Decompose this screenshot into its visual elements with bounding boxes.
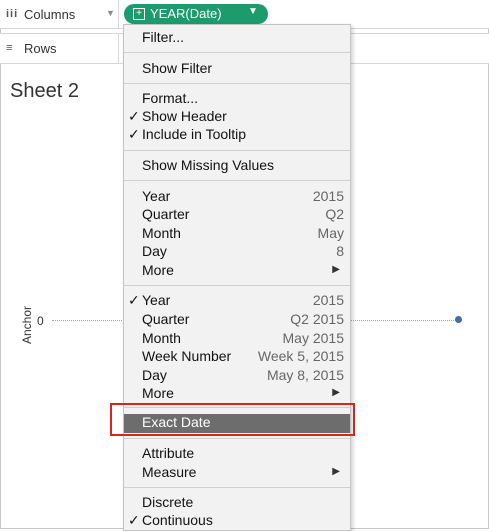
menu-item-label: Show Missing Values (142, 157, 275, 173)
menu-item-continuous-day[interactable]: Day May 8, 2015 (124, 367, 350, 386)
menu-separator (124, 285, 350, 286)
menu-item-continuous-month[interactable]: Month May 2015 (124, 330, 350, 349)
menu-item-show-missing-values[interactable]: Show Missing Values (124, 157, 350, 176)
menu-item-discrete-month[interactable]: Month May (124, 225, 350, 244)
menu-item-label: Include in Tooltip (142, 126, 247, 142)
menu-item-label: Discrete (142, 494, 194, 510)
menu-item-label: Attribute (142, 445, 195, 461)
checkmark-icon: ✓ (128, 512, 140, 528)
menu-item-value: Q2 2015 (290, 311, 344, 327)
menu-item-label: Year (142, 292, 171, 308)
menu-item-filter[interactable]: Filter... (124, 29, 350, 48)
menu-item-label: More (142, 385, 174, 401)
menu-item-value: 8 (336, 243, 344, 259)
menu-item-attribute[interactable]: Attribute (124, 445, 350, 464)
shelf-divider (118, 0, 119, 28)
menu-item-continuous-quarter[interactable]: Quarter Q2 2015 (124, 311, 350, 330)
menu-item-show-filter[interactable]: Show Filter (124, 60, 350, 79)
menu-item-discrete-day[interactable]: Day 8 (124, 243, 350, 262)
shelf-divider (118, 34, 119, 63)
pill-context-menu: Filter... Show Filter Format... ✓ Show H… (123, 24, 351, 531)
menu-item-discrete-quarter[interactable]: Quarter Q2 (124, 206, 350, 225)
menu-item-label: Month (142, 225, 181, 241)
pill-label: YEAR(Date) (150, 6, 222, 21)
menu-item-continuous-week-number[interactable]: Week Number Week 5, 2015 (124, 348, 350, 367)
menu-item-value: Week 5, 2015 (257, 348, 344, 364)
data-point[interactable] (455, 316, 462, 323)
menu-item-include-tooltip[interactable]: ✓ Include in Tooltip (124, 126, 350, 145)
checkmark-icon: ✓ (128, 292, 140, 308)
menu-item-value: 2015 (312, 188, 344, 204)
year-date-pill[interactable]: + YEAR(Date) ▼ (124, 4, 268, 24)
menu-item-label: Filter... (142, 29, 185, 45)
menu-separator (124, 487, 350, 488)
checkmark-icon: ✓ (128, 108, 140, 124)
rows-shelf-icon: ≡ (6, 42, 14, 54)
menu-item-format[interactable]: Format... (124, 90, 350, 109)
menu-item-label: Show Header (142, 108, 227, 124)
menu-item-label: Quarter (142, 206, 190, 222)
menu-item-continuous[interactable]: ✓ Continuous (124, 512, 350, 531)
menu-item-label: Month (142, 330, 181, 346)
menu-item-continuous-year[interactable]: ✓ Year 2015 (124, 292, 350, 311)
menu-item-label: Day (142, 367, 167, 383)
menu-item-continuous-more[interactable]: More ▶ (124, 385, 350, 404)
menu-item-discrete[interactable]: Discrete (124, 494, 350, 513)
rows-shelf-label: Rows (24, 41, 57, 56)
menu-item-label: Format... (142, 90, 199, 106)
menu-item-label: More (142, 262, 174, 278)
menu-item-label: Continuous (142, 512, 213, 528)
chevron-down-icon: ▼ (106, 8, 115, 18)
checkmark-icon: ✓ (128, 126, 140, 142)
expand-icon[interactable]: + (133, 8, 145, 20)
menu-item-measure[interactable]: Measure ▶ (124, 464, 350, 483)
sheet-title: Sheet 2 (10, 80, 79, 102)
menu-item-discrete-more[interactable]: More ▶ (124, 262, 350, 281)
menu-separator (124, 52, 350, 53)
menu-item-value: May 8, 2015 (266, 367, 344, 383)
menu-item-discrete-year[interactable]: Year 2015 (124, 188, 350, 207)
menu-item-label: Quarter (142, 311, 190, 327)
columns-shelf-label: Columns (24, 7, 76, 22)
submenu-arrow-icon: ▶ (332, 264, 340, 275)
menu-item-label: Day (142, 243, 167, 259)
menu-item-label: Measure (142, 464, 197, 480)
menu-separator (124, 438, 350, 439)
chevron-down-icon[interactable]: ▼ (248, 6, 258, 17)
menu-item-show-header[interactable]: ✓ Show Header (124, 108, 350, 127)
menu-item-value: 2015 (312, 292, 344, 308)
menu-separator (124, 180, 350, 181)
menu-separator (124, 150, 350, 151)
menu-item-value: Q2 (325, 206, 344, 222)
menu-item-label: Show Filter (142, 60, 213, 76)
menu-item-value: May (317, 225, 344, 241)
columns-shelf-icon: iii (6, 8, 19, 20)
menu-separator (124, 83, 350, 84)
y-axis-title-text: Anchor (20, 305, 34, 344)
highlight-callout-box (110, 403, 355, 436)
y-axis-tick-label: 0 (37, 314, 44, 328)
menu-item-label: Year (142, 188, 171, 204)
menu-item-value: May 2015 (282, 330, 344, 346)
submenu-arrow-icon: ▶ (332, 387, 340, 398)
menu-item-label: Week Number (142, 348, 232, 364)
submenu-arrow-icon: ▶ (332, 466, 340, 477)
